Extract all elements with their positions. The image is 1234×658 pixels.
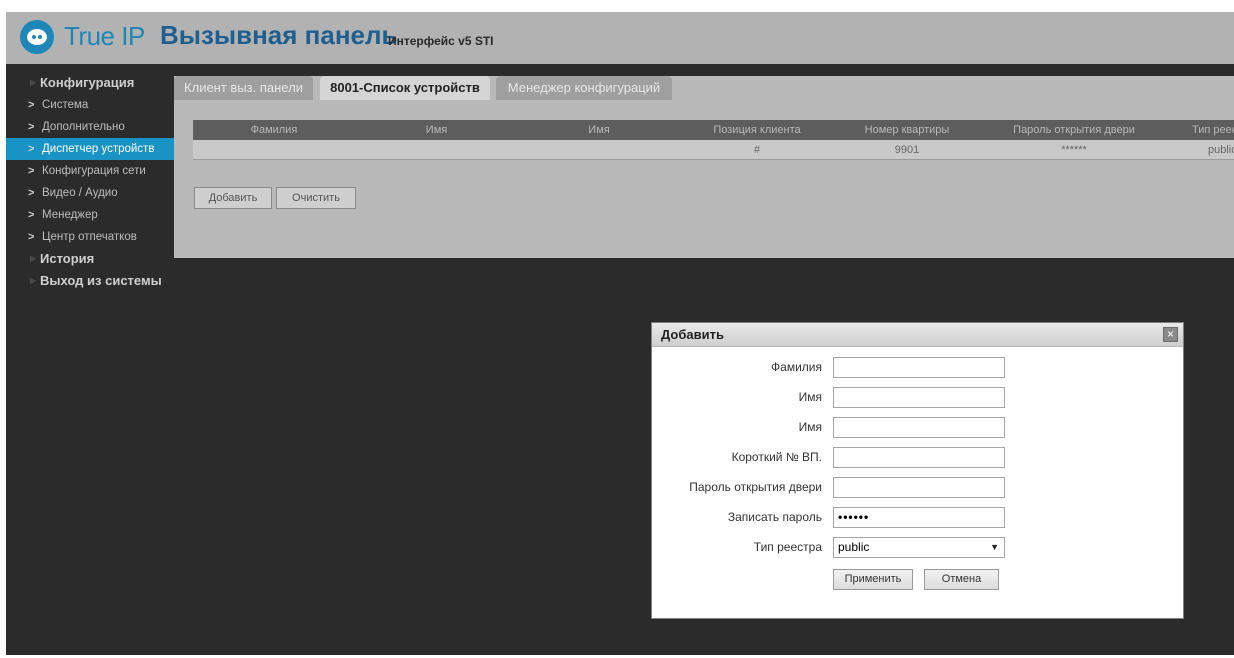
section-arrow-icon: ▶ [30, 254, 37, 263]
sidebar-item-system[interactable]: > Система [6, 94, 174, 116]
table-cell: # [753, 144, 761, 156]
column-header: Тип реестра [1192, 124, 1234, 136]
field-label: Имя [798, 420, 822, 434]
add-button[interactable]: Добавить [194, 187, 272, 209]
section-arrow-icon: ▶ [30, 276, 37, 285]
registry-type-select[interactable]: public ▼ [833, 537, 1005, 558]
sidebar-item-video-audio[interactable]: > Видео / Аудио [6, 182, 174, 204]
sidebar-item-label: Система [42, 99, 89, 111]
table-cell: public [1208, 144, 1234, 156]
sidebar-item-fingerprint[interactable]: > Центр отпечатков [6, 226, 174, 248]
sidebar-section-configuration[interactable]: ▶ Конфигурация [6, 72, 174, 94]
device-table: Фамилия Имя Имя Позиция клиента Номер кв… [193, 120, 1234, 160]
field-label: Имя [798, 390, 822, 404]
table-cell [193, 140, 355, 160]
field-label: Фамилия [771, 360, 822, 374]
table-cell: ****** [1061, 144, 1087, 156]
table-cell [355, 140, 518, 160]
sidebar-item-network[interactable]: > Конфигурация сети [6, 160, 174, 182]
field-label: Тип реестра [753, 540, 822, 554]
field-label: Записать пароль [727, 510, 822, 524]
dialog-titlebar: Добавить × [652, 323, 1183, 347]
apply-button[interactable]: Применить [833, 569, 913, 590]
page-title: Вызывная панель [160, 20, 398, 50]
tab-device-list[interactable]: 8001-Список устройств [320, 76, 490, 100]
sidebar-section-logout[interactable]: ▶ Выход из системы [6, 270, 174, 292]
form-row-door-password: Пароль открытия двери [652, 477, 1183, 499]
column-header: Имя [588, 124, 610, 136]
chevron-right-icon: > [28, 99, 35, 111]
cancel-button[interactable]: Отмена [924, 569, 999, 590]
form-row-short-number: Короткий № ВП. [652, 447, 1183, 469]
section-arrow-icon: ▶ [30, 78, 37, 87]
dialog-title: Добавить [661, 327, 724, 342]
chevron-down-icon: ▼ [990, 542, 999, 552]
chevron-right-icon: > [28, 121, 35, 133]
column-header: Пароль открытия двери [1013, 124, 1135, 136]
column-header: Фамилия [250, 124, 298, 136]
column-header: Позиция клиента [713, 124, 801, 136]
app-window: True IP Вызывная панель Интерфейс v5 STI… [6, 12, 1234, 655]
firstname-input[interactable] [833, 387, 1005, 408]
table-cell: 9901 [894, 144, 920, 156]
sidebar-item-label: Видео / Аудио [42, 187, 118, 199]
column-header: Номер квартиры [864, 124, 950, 136]
tab-config-manager[interactable]: Менеджер конфигураций [496, 76, 672, 100]
header: True IP Вызывная панель Интерфейс v5 STI [6, 12, 1234, 64]
sidebar-section-label: Конфигурация [40, 75, 135, 90]
form-row-registry-type: Тип реестра public ▼ [652, 537, 1183, 559]
form-row-name-2: Имя [652, 417, 1183, 439]
brand-name: True IP [64, 21, 145, 51]
field-label: Пароль открытия двери [689, 480, 822, 494]
logo-icon [20, 20, 54, 54]
close-icon[interactable]: × [1163, 327, 1178, 342]
sidebar-item-manager[interactable]: > Менеджер [6, 204, 174, 226]
sidebar-item-device-manager[interactable]: > Диспетчер устройств [6, 138, 174, 160]
sidebar-item-label: Диспетчер устройств [42, 143, 155, 155]
form-row-write-password: Записать пароль •••••• [652, 507, 1183, 529]
form-row-lastname: Фамилия [652, 357, 1183, 379]
chevron-right-icon: > [28, 187, 35, 199]
sidebar-section-label: История [40, 251, 95, 266]
add-dialog: Добавить × Фамилия Имя Имя Короткий № ВП… [651, 322, 1184, 619]
write-password-input[interactable]: •••••• [833, 507, 1005, 528]
column-header: Имя [425, 124, 448, 136]
table-header-row: Фамилия Имя Имя Позиция клиента Номер кв… [193, 120, 1234, 140]
chevron-right-icon: > [28, 231, 35, 243]
field-label: Короткий № ВП. [731, 450, 822, 464]
clear-button[interactable]: Очистить [276, 187, 356, 209]
table-cell [518, 140, 680, 160]
short-number-input[interactable] [833, 447, 1005, 468]
page-subtitle: Интерфейс v5 STI [388, 34, 494, 48]
chevron-right-icon: > [28, 209, 35, 221]
lastname-input[interactable] [833, 357, 1005, 378]
table-row[interactable]: # 9901 ****** public [193, 140, 1234, 160]
registry-type-value: public [838, 540, 870, 554]
chevron-right-icon: > [28, 143, 35, 155]
sidebar-item-label: Центр отпечатков [42, 231, 137, 243]
form-row-firstname: Имя [652, 387, 1183, 409]
door-password-input[interactable] [833, 477, 1005, 498]
tab-call-panel-client[interactable]: Клиент выз. панели [174, 76, 313, 100]
sidebar-section-label: Выход из системы [40, 273, 162, 288]
name-input-2[interactable] [833, 417, 1005, 438]
sidebar: ▶ Конфигурация > Система > Дополнительно… [6, 72, 174, 292]
sidebar-item-label: Конфигурация сети [42, 165, 146, 177]
sidebar-item-label: Менеджер [42, 209, 98, 221]
sidebar-item-advanced[interactable]: > Дополнительно [6, 116, 174, 138]
sidebar-item-label: Дополнительно [42, 121, 125, 133]
main-panel: Клиент выз. панели 8001-Список устройств… [174, 76, 1234, 258]
sidebar-section-history[interactable]: ▶ История [6, 248, 174, 270]
chevron-right-icon: > [28, 165, 35, 177]
